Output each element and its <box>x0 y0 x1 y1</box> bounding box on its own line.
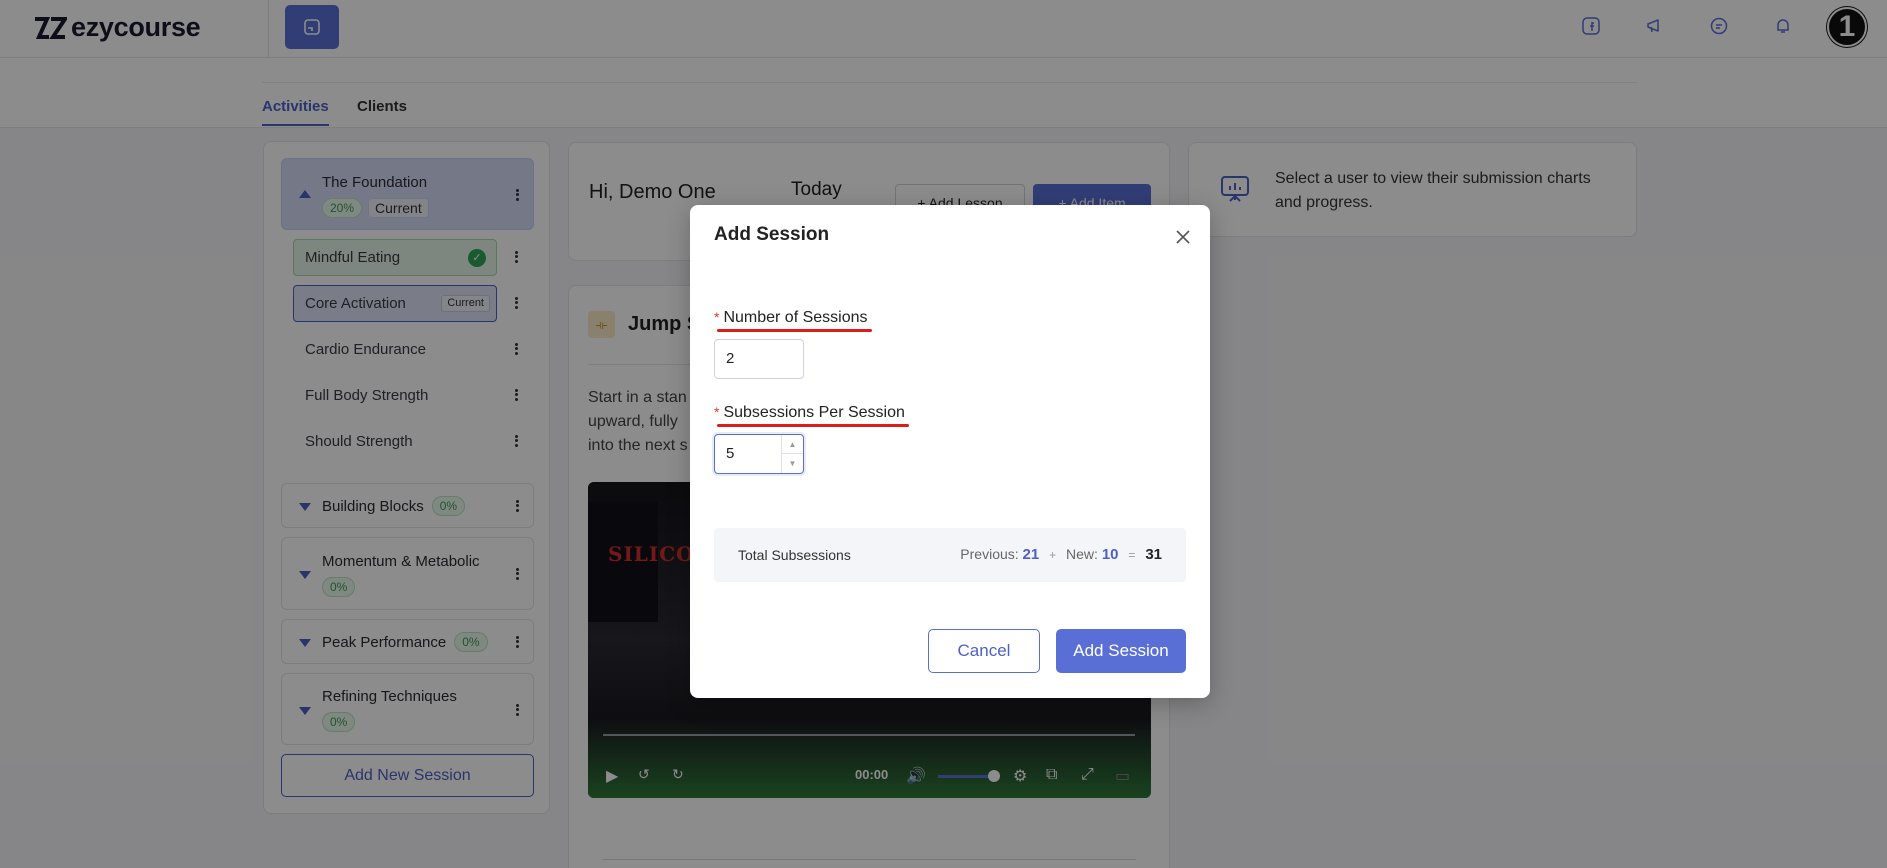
previous-label: Previous: <box>960 546 1019 562</box>
total-result: 31 <box>1145 546 1162 563</box>
number-of-sessions-label: * Number of Sessions <box>714 309 868 327</box>
plus-sign: + <box>1049 548 1057 562</box>
subsessions-per-session-input[interactable]: 5 ▲ ▼ <box>714 434 804 474</box>
new-label: New: <box>1066 546 1098 562</box>
input-value: 2 <box>726 350 735 367</box>
total-subsessions-box: Total Subsessions Previous: 21 + New: 10… <box>714 528 1186 582</box>
field-label-text: Subsessions Per Session <box>723 404 905 421</box>
subsessions-per-session-label: * Subsessions Per Session <box>714 404 905 422</box>
input-value: 5 <box>726 445 735 462</box>
cancel-button[interactable]: Cancel <box>928 629 1040 673</box>
close-icon[interactable] <box>1173 227 1193 247</box>
required-asterisk: * <box>714 309 720 325</box>
stepper-up-icon[interactable]: ▲ <box>782 435 803 454</box>
modal-title: Add Session <box>714 224 830 245</box>
number-stepper[interactable]: ▲ ▼ <box>781 435 803 473</box>
stepper-down-icon[interactable]: ▼ <box>782 454 803 473</box>
required-asterisk: * <box>714 404 720 420</box>
number-of-sessions-input[interactable]: 2 <box>714 339 804 379</box>
previous-value: 21 <box>1022 546 1040 563</box>
equals-sign: = <box>1128 548 1136 562</box>
total-label: Total Subsessions <box>738 547 851 563</box>
total-calculation: Previous: 21 + New: 10 = 31 <box>960 546 1162 563</box>
field-label-text: Number of Sessions <box>723 309 868 326</box>
add-session-modal: Add Session * Number of Sessions 2 * Subse… <box>690 205 1210 698</box>
new-value: 10 <box>1101 546 1119 563</box>
add-session-submit-button[interactable]: Add Session <box>1056 629 1186 673</box>
